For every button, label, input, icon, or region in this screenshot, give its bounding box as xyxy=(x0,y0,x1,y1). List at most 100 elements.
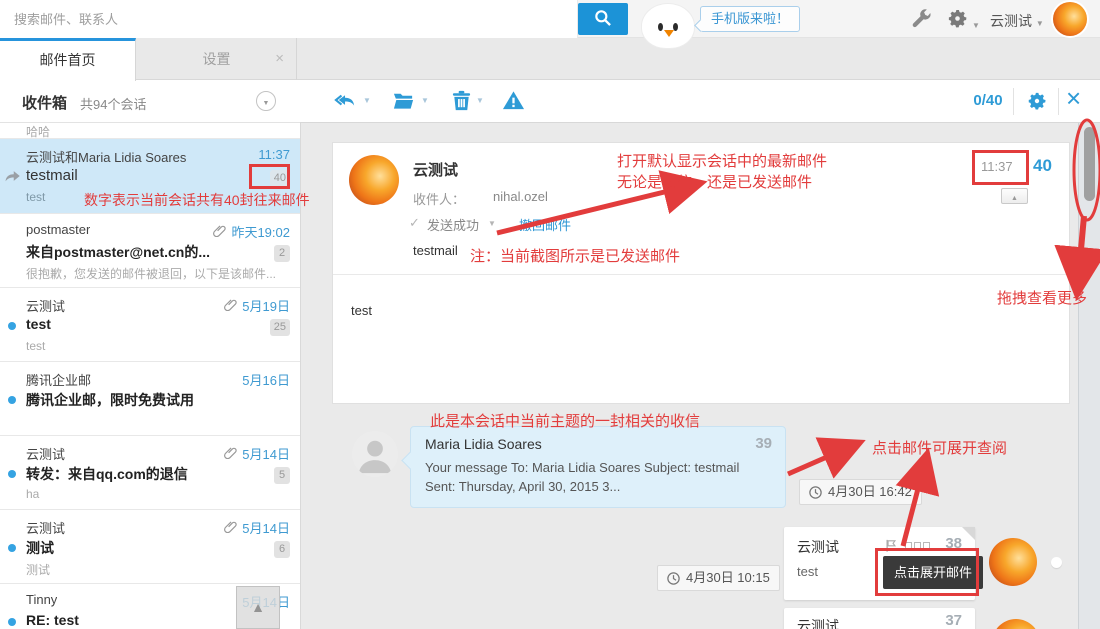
conversation-meta: 5月19日 xyxy=(224,296,290,315)
conversation-meta: 昨天19:02 xyxy=(213,222,290,241)
conversation-time: 5月16日 xyxy=(242,370,290,389)
conversation-time: 5月19日 xyxy=(242,296,290,315)
conversation-count-badge: 25 xyxy=(270,319,290,336)
folder-icon[interactable] xyxy=(392,89,415,112)
back-to-top-button[interactable] xyxy=(236,586,280,629)
conversation-time: 11:37 xyxy=(258,147,290,162)
folder-caret-icon[interactable]: ▼ xyxy=(421,96,429,105)
recipient-label: 收件人： xyxy=(413,189,465,208)
send-status[interactable]: 发送成功 xyxy=(427,215,479,234)
conversation-item[interactable]: 云测试5月19日test25test xyxy=(0,288,300,362)
conversation-sender: 云测试和Maria Lidia Soares xyxy=(26,147,186,166)
toolbar-separator xyxy=(1013,88,1014,115)
conversation-item[interactable]: 云测试5月14日转发：来自qq.com的退信5ha xyxy=(0,436,300,510)
mail-body: test xyxy=(351,303,372,318)
mascot-icon xyxy=(641,3,695,49)
conversation-preview: 哈哈 xyxy=(26,123,296,140)
conversation-preview: ha xyxy=(26,487,296,501)
attachment-squares-icon xyxy=(905,542,930,549)
conversation-item[interactable]: postmaster 昨天19:02来自postmaster@net.cn的...… xyxy=(0,214,300,288)
sender-avatar xyxy=(349,155,399,205)
conversation-item[interactable]: 云测试和Maria Lidia Soares11:37testmail40tes… xyxy=(0,139,300,214)
sent-sender: 云测试 xyxy=(797,616,839,629)
received-index: 39 xyxy=(755,435,772,452)
unread-dot xyxy=(8,322,16,330)
folder-title[interactable]: 收件箱 xyxy=(22,92,67,113)
sent-sender: 云测试 xyxy=(797,537,839,557)
mail-toolbar: ▼ ▼ ▼ 0/40 × xyxy=(300,80,1100,123)
conversation-sender: 腾讯企业邮 xyxy=(26,370,91,389)
recall-mail-link[interactable]: 撤回邮件 xyxy=(519,215,571,234)
search-input[interactable] xyxy=(0,0,578,38)
gear-caret-icon[interactable] xyxy=(972,15,980,33)
top-bar: 手机版来啦！ 云测试 xyxy=(0,0,1100,38)
sent-mail-card-37[interactable]: 云测试 37 xyxy=(784,608,975,629)
tab-bar: 邮件首页 设置 × xyxy=(0,38,1100,80)
view-settings-gear-icon[interactable] xyxy=(1026,90,1049,113)
tab-close-icon[interactable]: × xyxy=(275,38,284,80)
conversation-preview: 测试 xyxy=(26,561,296,578)
gear-icon[interactable] xyxy=(946,7,970,31)
flag-icon xyxy=(884,538,899,553)
trash-icon[interactable] xyxy=(450,89,473,112)
tab-mail-home[interactable]: 邮件首页 xyxy=(0,38,136,81)
received-sender: Maria Lidia Soares xyxy=(425,436,542,452)
received-mail-bubble[interactable]: Maria Lidia Soares 39 Your message To: M… xyxy=(410,426,786,508)
paperclip-icon xyxy=(224,446,237,462)
account-menu[interactable]: 云测试 xyxy=(990,11,1044,31)
search-button[interactable] xyxy=(578,3,628,35)
conversation-preview: 很抱歉，您发送的邮件被退回，以下是该邮件... xyxy=(26,265,296,282)
clock-icon xyxy=(666,571,681,586)
status-dot xyxy=(1051,557,1062,568)
check-icon xyxy=(409,215,420,231)
conversation-sender: postmaster xyxy=(26,222,90,237)
toolbar-separator xyxy=(1058,88,1059,115)
conversation-sender: 云测试 xyxy=(26,518,65,537)
conversation-preview: test xyxy=(26,339,296,353)
conversation-subject: 测试 xyxy=(26,538,54,558)
conversation-subject: RE: test xyxy=(26,612,79,628)
status-caret-icon[interactable]: ▼ xyxy=(488,219,496,228)
conversation-subject: testmail xyxy=(26,167,78,184)
folder-chevron-down-icon[interactable] xyxy=(256,91,276,111)
reply-all-icon[interactable] xyxy=(334,89,357,112)
user-avatar[interactable] xyxy=(1053,2,1087,36)
tab-settings-label: 设置 xyxy=(203,51,231,67)
contact-avatar xyxy=(352,431,398,477)
conversation-count-badge: 40 xyxy=(270,170,290,187)
reply-caret-icon[interactable]: ▼ xyxy=(363,96,371,105)
paperclip-icon xyxy=(224,520,237,533)
wrench-icon[interactable] xyxy=(910,7,934,31)
conversation-item[interactable]: 云测试5月14日测试6测试 xyxy=(0,510,300,584)
paperclip-icon xyxy=(213,224,226,240)
tab-settings[interactable]: 设置 × xyxy=(137,38,297,80)
unread-dot xyxy=(8,396,16,404)
conversation-count-badge: 2 xyxy=(274,245,290,262)
conversation-meta: 5月16日 xyxy=(242,370,290,389)
recipient-value[interactable]: nihal.ozel xyxy=(493,189,548,204)
conversation-count-badge: 5 xyxy=(274,467,290,484)
mail-sender: 云测试 xyxy=(413,159,458,180)
expand-mail-tooltip[interactable]: 点击展开邮件 xyxy=(883,556,983,589)
warning-icon[interactable] xyxy=(502,89,525,112)
received-snippet: Your message To: Maria Lidia Soares Subj… xyxy=(425,458,773,496)
mail-app: 手机版来啦！ 云测试 邮件首页 设置 × 收件箱 共94个会话 哈哈云测试和Ma… xyxy=(0,0,1100,629)
collapse-button[interactable] xyxy=(1001,188,1028,204)
mobile-version-badge[interactable]: 手机版来啦！ xyxy=(700,6,800,32)
clock-icon xyxy=(808,485,823,500)
forward-icon xyxy=(4,170,22,185)
conversation-item[interactable]: 哈哈 xyxy=(0,123,300,139)
conversation-subject: 来自postmaster@net.cn的... xyxy=(26,242,210,262)
paperclip-icon xyxy=(213,224,226,237)
sent-index: 38 xyxy=(945,535,962,552)
received-timestamp: 4月30日 16:42 xyxy=(799,479,922,505)
unread-dot xyxy=(8,470,16,478)
conversation-item[interactable]: 腾讯企业邮5月16日腾讯企业邮，限时免费试用 xyxy=(0,362,300,436)
paperclip-icon xyxy=(224,446,237,459)
conversation-meta: 5月14日 xyxy=(224,518,290,537)
trash-caret-icon[interactable]: ▼ xyxy=(476,96,484,105)
close-icon[interactable]: × xyxy=(1066,83,1081,114)
scrollbar-thumb[interactable] xyxy=(1084,127,1095,201)
paperclip-icon xyxy=(224,298,237,314)
conversation-subject: 转发：来自qq.com的退信 xyxy=(26,464,188,484)
